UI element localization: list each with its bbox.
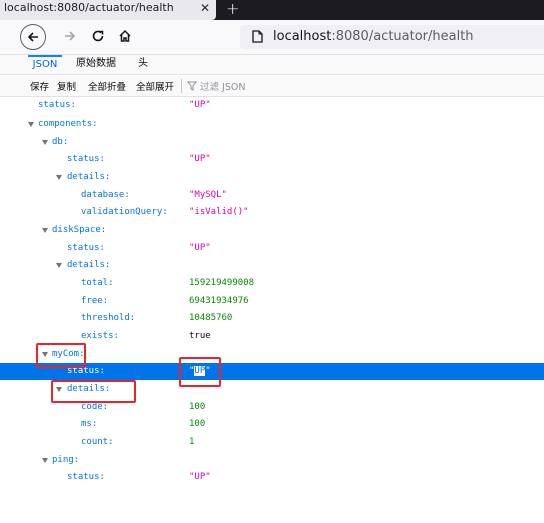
json-key: myCom: — [52, 349, 85, 359]
collapse-all-button[interactable]: 全部折叠 — [88, 79, 126, 93]
tree-row[interactable]: status: "UP" — [0, 240, 544, 257]
json-value: "UP" — [189, 472, 211, 482]
expand-toggle-icon[interactable] — [42, 228, 48, 233]
json-value: "UP" — [189, 363, 211, 380]
tree-row[interactable]: status: "UP" — [0, 97, 544, 114]
save-button[interactable]: 保存 — [30, 79, 49, 93]
address-bar[interactable]: localhost:8080/actuator/health — [240, 25, 544, 49]
json-value: 1 — [189, 437, 195, 447]
json-value: 100 — [189, 419, 206, 429]
json-key: count: — [81, 437, 114, 447]
json-key: status: — [67, 243, 105, 253]
tree-row[interactable]: free: 69431934976 — [0, 293, 544, 310]
reload-button[interactable] — [85, 23, 111, 49]
tree-row[interactable]: details: — [0, 169, 544, 186]
expand-toggle-icon[interactable] — [42, 352, 48, 357]
tab-headers[interactable]: 头 — [138, 55, 148, 74]
tree-row[interactable]: validationQuery: "isValid()" — [0, 204, 544, 221]
json-value: 10485760 — [189, 313, 233, 323]
copy-button[interactable]: 复制 — [57, 79, 76, 93]
arrow-left-icon — [27, 32, 38, 42]
json-value: 100 — [189, 402, 206, 412]
json-key: components: — [38, 119, 98, 129]
tab-title: localhost:8080/actuator/health — [4, 1, 174, 14]
home-icon — [119, 29, 131, 42]
expand-toggle-icon[interactable] — [42, 140, 48, 145]
selected-text: UP — [194, 366, 206, 376]
json-key: threshold: — [81, 313, 136, 323]
json-key: exists: — [81, 331, 119, 341]
tree-row[interactable]: status: "UP" — [0, 151, 544, 168]
json-key: status: — [67, 366, 105, 376]
url-path: :8080/actuator/health — [331, 29, 474, 44]
tree-row[interactable]: myCom: — [0, 346, 544, 363]
tree-row[interactable]: ms: 100 — [0, 416, 544, 433]
filter-icon — [187, 81, 197, 91]
json-key: details: — [67, 172, 111, 182]
expand-toggle-icon[interactable] — [56, 175, 62, 180]
home-button[interactable] — [112, 23, 138, 49]
tree-row[interactable]: status: "UP" — [0, 469, 544, 486]
tree-row[interactable]: code: 100 — [0, 399, 544, 416]
arrow-right-icon — [65, 31, 76, 41]
expand-toggle-icon[interactable] — [56, 263, 62, 268]
toolbar-divider — [181, 79, 182, 93]
json-key: details: — [67, 260, 111, 270]
tree-row[interactable]: total: 159219499008 — [0, 275, 544, 292]
tree-row-selected[interactable]: status: "UP" — [0, 363, 544, 380]
json-key: status: — [67, 472, 105, 482]
navigation-toolbar: localhost:8080/actuator/health — [0, 20, 544, 55]
tree-row[interactable]: count: 1 — [0, 434, 544, 451]
expand-toggle-icon[interactable] — [28, 122, 34, 127]
json-key: status: — [38, 100, 76, 110]
json-viewer-tabs: JSON 原始数据 头 — [0, 55, 544, 75]
browser-tab-strip: localhost:8080/actuator/health ✕ + — [0, 0, 544, 20]
tree-row[interactable]: details: — [0, 257, 544, 274]
tree-row[interactable]: exists: true — [0, 328, 544, 345]
json-key: db: — [52, 137, 69, 147]
new-tab-button[interactable]: + — [226, 0, 239, 18]
expand-toggle-icon[interactable] — [56, 387, 62, 392]
json-value: "isValid()" — [189, 207, 249, 217]
tab-json[interactable]: JSON — [28, 55, 62, 76]
url-host: localhost — [273, 29, 332, 44]
tree-row[interactable]: database: "MySQL" — [0, 187, 544, 204]
reload-icon — [92, 30, 104, 42]
tree-row[interactable]: diskSpace: — [0, 222, 544, 239]
json-toolbar: 保存 复制 全部折叠 全部展开 过滤 JSON — [0, 76, 544, 97]
expand-toggle-icon[interactable] — [42, 458, 48, 463]
json-key: total: — [81, 278, 114, 288]
tree-row[interactable]: ping: — [0, 452, 544, 469]
tree-row[interactable]: details: — [0, 381, 544, 398]
forward-button[interactable] — [57, 23, 83, 49]
back-button[interactable] — [20, 24, 46, 50]
json-value: "UP" — [189, 100, 211, 110]
json-key: code: — [81, 402, 109, 412]
json-key: status: — [67, 154, 105, 164]
url-text: localhost:8080/actuator/health — [273, 29, 474, 44]
json-value: "UP" — [189, 154, 211, 164]
json-key: validationQuery: — [81, 207, 168, 217]
json-key: free: — [81, 296, 109, 306]
tab-raw-data[interactable]: 原始数据 — [76, 55, 116, 74]
filter-json-input[interactable]: 过滤 JSON — [200, 79, 245, 93]
tree-row[interactable]: threshold: 10485760 — [0, 310, 544, 327]
json-key: diskSpace: — [52, 225, 107, 235]
json-value: 159219499008 — [189, 278, 255, 288]
json-value: true — [189, 331, 211, 341]
close-tab-icon[interactable]: ✕ — [198, 1, 212, 15]
tree-row[interactable]: db: — [0, 134, 544, 151]
value-quote: " — [205, 366, 211, 376]
expand-all-button[interactable]: 全部展开 — [136, 79, 174, 93]
json-key: details: — [67, 384, 111, 394]
json-value: "MySQL" — [189, 190, 227, 200]
tree-row[interactable]: components: — [0, 116, 544, 133]
json-key: ping: — [52, 455, 80, 465]
json-value: "UP" — [189, 243, 211, 253]
page-icon — [252, 30, 263, 43]
browser-tab[interactable]: localhost:8080/actuator/health ✕ — [0, 0, 216, 20]
json-key: database: — [81, 190, 130, 200]
json-value: 69431934976 — [189, 296, 249, 306]
json-key: ms: — [81, 419, 98, 429]
